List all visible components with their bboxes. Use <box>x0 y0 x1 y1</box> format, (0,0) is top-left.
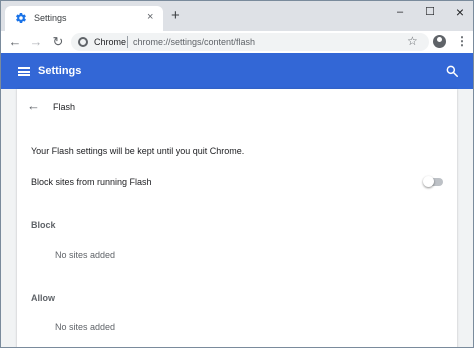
block-sites-toggle[interactable] <box>423 176 443 187</box>
block-sites-label: Block sites from running Flash <box>31 177 152 187</box>
block-section-label: Block <box>31 220 56 230</box>
minimize-button[interactable]: – <box>385 4 415 22</box>
close-window-button[interactable]: × <box>445 4 473 22</box>
url-separator <box>127 36 128 48</box>
allow-empty-label: No sites added <box>55 322 116 332</box>
back-arrow-icon[interactable]: ← <box>27 99 40 113</box>
page-title: Settings <box>38 65 82 77</box>
reload-button[interactable]: ↻ <box>49 33 67 51</box>
address-bar[interactable]: Chrome chrome://settings/content/flash ☆ <box>71 33 429 51</box>
subpage-title: Flash <box>53 102 76 112</box>
browser-window: Settings × + – ☐ × ← → ↻ Chrome chrome:/… <box>0 0 474 348</box>
hamburger-icon[interactable] <box>18 67 30 76</box>
toggle-knob <box>423 176 434 187</box>
tab-title: Settings <box>34 13 67 23</box>
new-tab-button[interactable]: + <box>171 8 180 23</box>
search-icon[interactable] <box>445 64 459 78</box>
block-empty-label: No sites added <box>55 250 116 260</box>
tab-settings[interactable]: Settings × <box>5 6 163 31</box>
tab-strip: Settings × + – ☐ × <box>1 1 473 31</box>
browser-toolbar: ← → ↻ Chrome chrome://settings/content/f… <box>1 31 473 53</box>
chrome-info-icon[interactable] <box>78 37 88 47</box>
browser-menu-icon[interactable]: ⋮ <box>456 34 468 48</box>
flash-settings-card: ← Flash Your Flash settings will be kept… <box>17 89 457 347</box>
forward-button[interactable]: → <box>27 33 45 51</box>
site-chip: Chrome <box>94 37 127 47</box>
subpage-header: ← Flash <box>17 89 457 125</box>
tab-close-icon[interactable]: × <box>147 11 153 23</box>
url-text[interactable]: chrome://settings/content/flash <box>133 37 255 47</box>
gear-icon <box>16 12 26 24</box>
flash-notice: Your Flash settings will be kept until y… <box>31 146 245 156</box>
back-button[interactable]: ← <box>6 33 24 51</box>
allow-section-label: Allow <box>31 293 55 303</box>
bookmark-star-icon[interactable]: ☆ <box>407 34 418 48</box>
account-circle-icon[interactable] <box>433 35 446 48</box>
settings-header: Settings <box>1 53 473 89</box>
maximize-button[interactable]: ☐ <box>415 4 445 22</box>
